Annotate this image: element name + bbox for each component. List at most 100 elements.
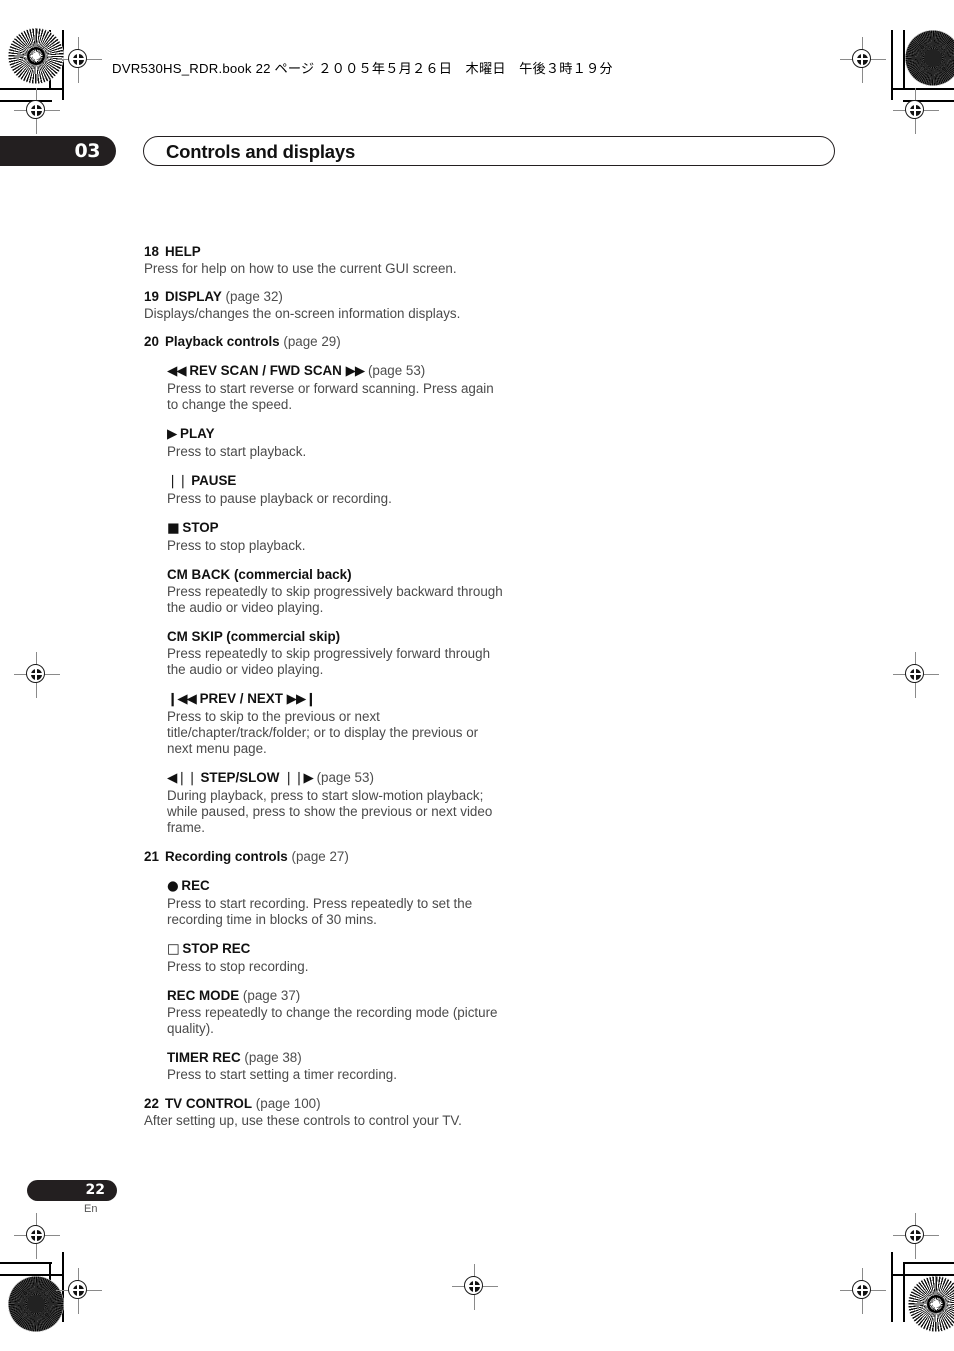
control-entry: 22 TV CONTROL (page 100) After setting up,…: [144, 1095, 504, 1129]
control-sub-label: REC MODE: [167, 988, 240, 1003]
control-sub-page-ref: (page 53): [367, 363, 426, 378]
control-entry-description: Press for help on how to use the current…: [144, 261, 457, 276]
control-sub-description: Press to start reverse or forward scanni…: [167, 381, 494, 412]
control-sub-page-ref: (page 38): [244, 1050, 302, 1065]
button-symbol-icon-leading: ◀❘❘: [167, 771, 198, 786]
control-entry-number: 19: [144, 289, 159, 304]
control-sub-page-ref: (page 53): [316, 770, 374, 785]
control-sub-label: REV SCAN / FWD SCAN: [189, 363, 342, 378]
button-symbol-icon-trailing: ▶▶: [345, 364, 366, 379]
control-entry-label: HELP: [165, 244, 201, 259]
control-sub-entry: TIMER REC (page 38) Press to start settin…: [167, 1049, 504, 1083]
control-entry-heading: 19 DISPLAY (page 32): [144, 288, 504, 305]
control-sub-entry: □ STOP REC Press to stop recording.: [167, 940, 504, 975]
control-sub-heading: ▶ PLAY: [167, 425, 504, 443]
control-sub-label: STOP: [182, 520, 219, 535]
control-sub-description: Press repeatedly to skip progressively f…: [167, 646, 491, 677]
control-sub-heading: ● REC: [167, 877, 504, 895]
control-sub-entry: ■ STOP Press to stop playback.: [167, 519, 504, 554]
control-sub-description: Press to stop recording.: [167, 959, 309, 974]
control-sub-label: TIMER REC: [167, 1050, 241, 1065]
control-sub-label: STEP/SLOW: [200, 770, 280, 785]
star-target-top-right: [905, 30, 954, 86]
control-entry: 21 Recording controls (page 27) ● REC Press…: [144, 848, 504, 1083]
registration-mark-middle-left: [14, 652, 60, 698]
button-symbol-icon-leading: ●: [167, 879, 179, 894]
control-entry-label: DISPLAY: [165, 289, 222, 304]
button-symbol-icon-leading: ❘❘: [167, 474, 188, 489]
control-entry-heading: 18 HELP: [144, 243, 504, 260]
control-entry-page-ref: (page 100): [255, 1096, 321, 1111]
chapter-number-pill: 03: [0, 136, 116, 166]
control-sub-label: CM SKIP (commercial skip): [167, 629, 341, 644]
control-sub-entry: ● REC Press to start recording. Press rep…: [167, 877, 504, 928]
crop-rule-bottom-right-horizontal-2: [891, 1274, 954, 1276]
control-entry-page-ref: (page 27): [291, 849, 349, 864]
control-sub-entry: REC MODE (page 37) Press repeatedly to ch…: [167, 987, 504, 1037]
crop-rule-bottom-right-horizontal: [903, 1262, 954, 1264]
control-entry-page-ref: (page 29): [283, 334, 341, 349]
button-symbol-icon-leading: ◀◀: [167, 364, 187, 379]
control-reference-list: 18 HELP Press for help on how to use the c…: [144, 243, 504, 1129]
control-sub-description: Press to start playback.: [167, 444, 307, 459]
control-entry-description: After setting up, use these controls to …: [144, 1113, 462, 1128]
control-entry-label: TV CONTROL: [165, 1096, 253, 1111]
print-header-book-line: DVR530HS_RDR.book 22 ページ ２００５年５月２６日 木曜日 …: [112, 61, 613, 76]
control-entry-number: 20: [144, 334, 159, 349]
page-title: Controls and displays: [166, 141, 356, 162]
control-sub-label: PAUSE: [191, 473, 237, 488]
registration-mark-bottom-right: [840, 1268, 886, 1314]
footer-language-code: En: [84, 1203, 98, 1215]
control-sub-description: Press repeatedly to change the recording…: [167, 1005, 498, 1036]
footer-page-number: 22: [85, 1182, 105, 1198]
control-sub-entry: CM SKIP (commercial skip) Press repeatedl…: [167, 628, 504, 678]
crop-rule-bottom-left-horizontal: [0, 1262, 52, 1264]
control-entry-description: Displays/changes the on-screen informati…: [144, 306, 461, 321]
control-sub-heading: CM BACK (commercial back): [167, 566, 504, 583]
control-sub-page-ref: (page 37): [242, 988, 301, 1003]
crop-rule-bottom-right-vertical-2: [891, 1252, 893, 1322]
control-sub-description: Press to skip to the previous or next ti…: [167, 709, 479, 756]
button-symbol-icon-trailing: ❘❘▶: [283, 771, 314, 786]
footer-page-pill: 22: [27, 1180, 117, 1201]
control-entry-heading: 22 TV CONTROL (page 100): [144, 1095, 504, 1112]
control-sub-entry: ◀◀ REV SCAN / FWD SCAN ▶▶ (page 53) Press…: [167, 362, 504, 413]
control-sub-heading: TIMER REC (page 38): [167, 1049, 504, 1066]
registration-mark-upper-left: [14, 88, 60, 134]
control-sub-description: Press to start setting a timer recording…: [167, 1067, 397, 1082]
control-entry-page-ref: (page 32): [225, 289, 283, 304]
control-entry-heading: 21 Recording controls (page 27): [144, 848, 504, 865]
registration-mark-top-left: [56, 37, 102, 83]
button-symbol-icon-leading: ▶: [167, 427, 177, 442]
control-sub-entry: ▶ PLAY Press to start playback.: [167, 425, 504, 460]
registration-mark-upper-right: [893, 88, 939, 134]
control-sub-heading: ❙◀◀ PREV / NEXT ▶▶❙: [167, 690, 504, 708]
chapter-number: 03: [74, 140, 101, 162]
control-entry-label: Recording controls: [165, 849, 288, 864]
control-sub-label: CM BACK (commercial back): [167, 567, 352, 582]
control-sub-description: Press repeatedly to skip progressively b…: [167, 584, 503, 615]
control-entry: 19 DISPLAY (page 32) Displays/changes the …: [144, 288, 504, 322]
control-sub-heading: REC MODE (page 37): [167, 987, 504, 1004]
manual-page: DVR530HS_RDR.book 22 ページ ２００５年５月２６日 木曜日 …: [0, 0, 954, 1351]
crop-rule-bottom-right-vertical: [903, 1262, 905, 1322]
control-sub-heading: ◀❘❘ STEP/SLOW ❘❘▶ (page 53): [167, 769, 504, 787]
control-sub-heading: ◀◀ REV SCAN / FWD SCAN ▶▶ (page 53): [167, 362, 504, 380]
control-entry-number: 21: [144, 849, 159, 864]
button-symbol-icon-leading: □: [167, 942, 180, 957]
registration-mark-lower-left: [14, 1213, 60, 1259]
registration-mark-top-right: [840, 37, 886, 83]
control-sub-entry: CM BACK (commercial back) Press repeatedl…: [167, 566, 504, 616]
registration-mark-bottom-left: [56, 1268, 102, 1314]
button-symbol-icon-trailing: ▶▶❙: [286, 692, 317, 707]
control-sub-label: PLAY: [180, 426, 215, 441]
button-symbol-icon-leading: ■: [167, 521, 180, 536]
chapter-title-pill: Controls and displays: [143, 136, 835, 166]
control-sub-label: STOP REC: [182, 941, 251, 956]
star-target-bottom-right: [908, 1276, 954, 1332]
button-symbol-icon-leading: ❙◀◀: [167, 692, 197, 707]
control-sub-description: Press to stop playback.: [167, 538, 306, 553]
control-sub-heading: □ STOP REC: [167, 940, 504, 958]
control-sub-label: REC: [181, 878, 210, 893]
registration-mark-bottom-center: [452, 1264, 498, 1310]
